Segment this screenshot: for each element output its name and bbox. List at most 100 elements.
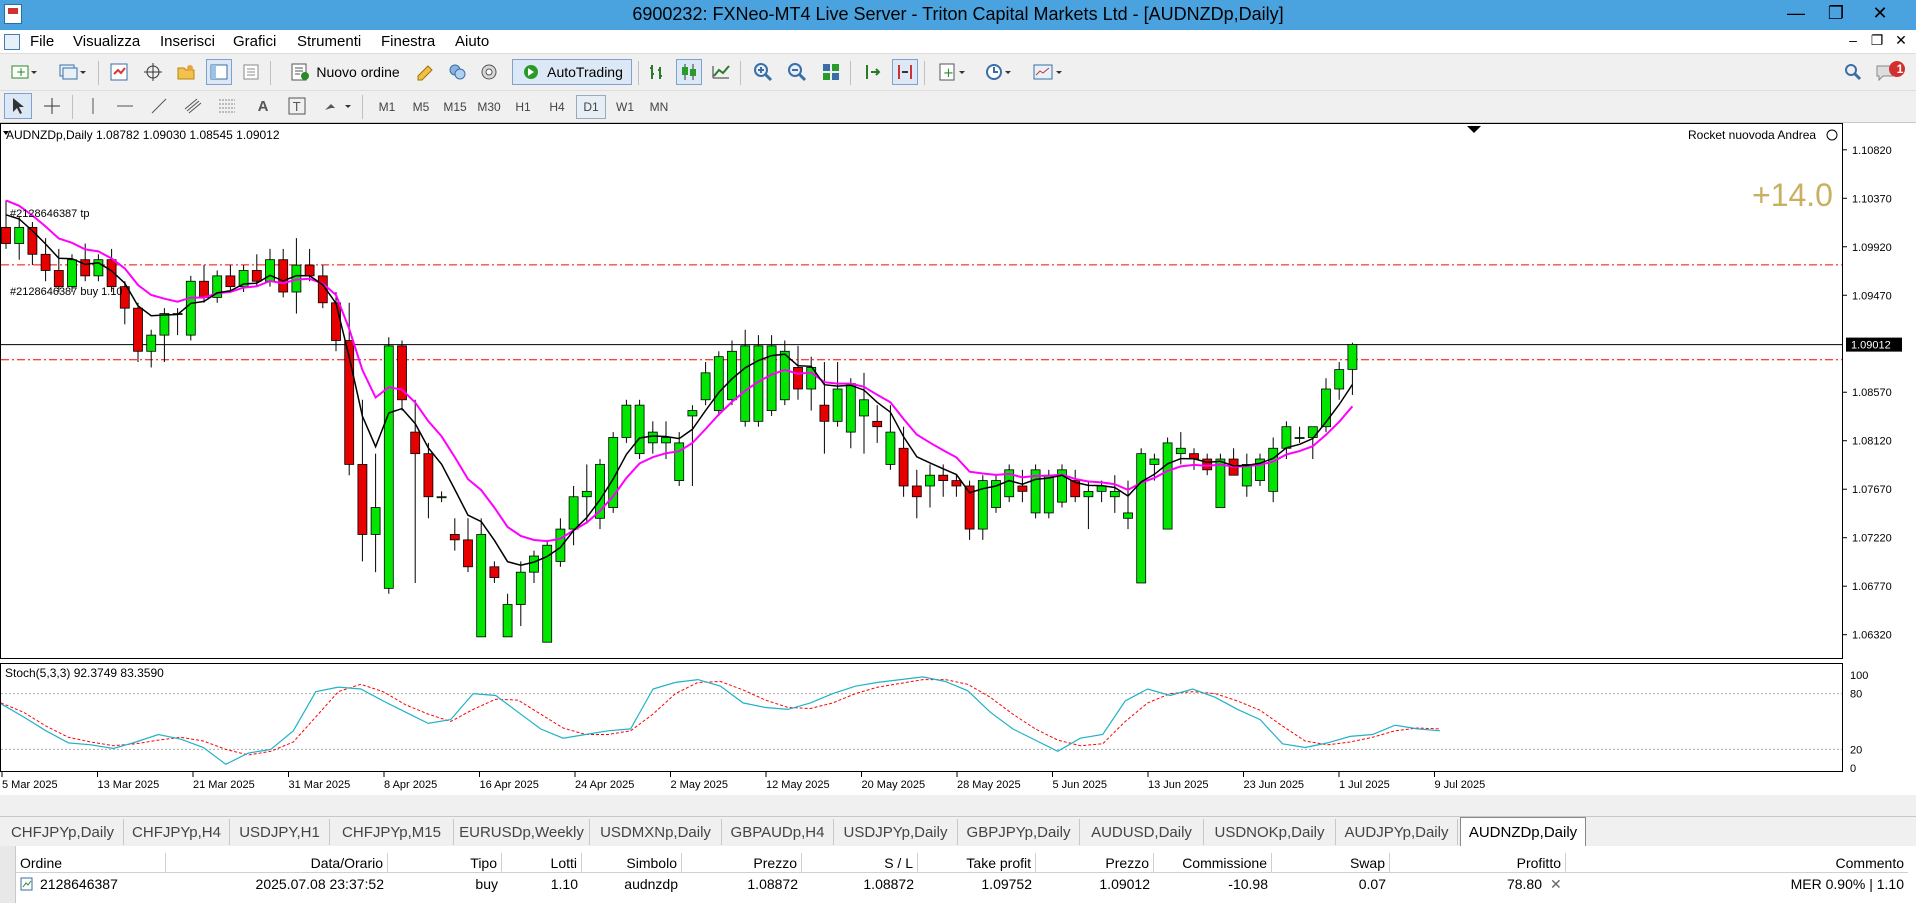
text-tool-button[interactable]: A [250,93,276,119]
zoom-out-button[interactable] [784,59,810,85]
equidistant-channel-button[interactable] [180,93,206,119]
metaeditor-button[interactable] [412,59,438,85]
minimize-button[interactable]: — [1780,0,1812,28]
timeframe-m5[interactable]: M5 [406,95,436,119]
trendline-tool-button[interactable] [146,93,172,119]
bull-candle [1162,442,1173,530]
tile-windows-button[interactable] [818,59,844,85]
column-prezzo-current[interactable]: Prezzo [1036,853,1154,873]
bar-chart-button[interactable] [644,59,670,85]
tab-audnzdp-daily[interactable]: AUDNZDp,Daily [1460,817,1586,847]
table-row[interactable]: 2128646387 2025.07.08 23:37:52 buy 1.10 … [16,874,1908,896]
bear-candle [225,275,236,288]
tab-eurusdp-weekly[interactable]: EURUSDp,Weekly [454,819,590,845]
new-chart-icon: + [11,65,37,79]
chart-window-icon[interactable] [4,34,20,50]
column-data-orario[interactable]: Data/Orario [166,853,388,873]
crosshair-tool-button[interactable] [38,93,66,119]
column-tipo[interactable]: Tipo [388,853,502,873]
restore-button[interactable]: ❐ [1820,0,1852,28]
column-sl[interactable]: S / L [802,853,918,873]
mdi-minimize-button[interactable]: – [1842,32,1864,48]
new-order-label: Nuovo ordine [316,64,400,80]
candlestick-chart-button[interactable] [676,59,702,85]
menu-finestra[interactable]: Finestra [381,33,435,50]
timeframe-m1[interactable]: M1 [372,95,402,119]
autotrading-button[interactable]: AutoTrading [512,59,632,85]
bull-candle [1109,490,1120,498]
mdi-close-button[interactable]: ✕ [1890,32,1912,49]
timeframe-mn[interactable]: MN [644,95,674,119]
timeframe-m30[interactable]: M30 [474,95,504,119]
close-order-icon[interactable]: ✕ [1546,874,1566,894]
price-chart[interactable]: 1.10820 1.10370 1.09920 1.09470 1.08570 1.081… [0,123,1916,795]
tab-usdmxnp-daily[interactable]: USDMXNp,Daily [590,819,722,845]
tab-usdnokp-daily[interactable]: USDNOKp,Daily [1204,819,1336,845]
close-button[interactable]: ✕ [1864,0,1896,28]
menu-aiuto[interactable]: Aiuto [455,33,489,50]
zoom-in-button[interactable] [750,59,776,85]
column-take-profit[interactable]: Take profit [918,853,1036,873]
menu-grafici[interactable]: Grafici [233,33,276,50]
terminal-button[interactable] [206,59,232,85]
column-commissione[interactable]: Commissione [1154,853,1272,873]
tab-chfjpyp-m15[interactable]: CHFJPYp,M15 [330,819,454,845]
tab-usdjpyp-daily[interactable]: USDJPYp,Daily [834,819,958,845]
data-window-button[interactable] [140,59,166,85]
tab-audjpyp-daily[interactable]: AUDJPYp,Daily [1336,819,1458,845]
market-watch-button[interactable] [106,59,132,85]
time-tick-label: 24 Apr 2025 [575,779,634,791]
search-button[interactable] [1840,59,1866,85]
tab-audusd-daily[interactable]: AUDUSD,Daily [1080,819,1204,845]
tab-usdjpy-h1[interactable]: USDJPY,H1 [230,819,330,845]
timeframe-h1[interactable]: H1 [508,95,538,119]
menu-strumenti[interactable]: Strumenti [297,33,361,50]
text-label-tool-button[interactable]: T [284,93,310,119]
column-profitto[interactable]: Profitto [1390,853,1566,873]
tab-chfjpyp-h4[interactable]: CHFJPYp,H4 [124,819,230,845]
menu-inserisci[interactable]: Inserisci [160,33,215,50]
new-chart-button[interactable]: + [4,59,44,85]
bear-candle [1,226,11,244]
market-button[interactable] [476,59,502,85]
signals-button[interactable] [444,59,470,85]
tab-gbpjpyp-daily[interactable]: GBPJPYp,Daily [958,819,1080,845]
arrows-tool-button[interactable] [318,93,358,119]
column-lotti[interactable]: Lotti [502,853,582,873]
vertical-line-tool-button[interactable] [80,93,106,119]
radar-icon [481,64,497,80]
timeframe-d1[interactable]: D1 [576,95,606,119]
indicators-button[interactable]: + [934,59,972,85]
menu-file[interactable]: File [30,33,54,50]
periods-button[interactable] [980,59,1018,85]
mdi-restore-button[interactable]: ❐ [1866,32,1888,49]
line-chart-button[interactable] [708,59,734,85]
new-order-button[interactable]: Nuovo ordine [284,59,406,85]
menu-visualizza[interactable]: Visualizza [73,33,140,50]
candlestick-icon [682,64,696,80]
column-simbolo[interactable]: Simbolo [582,853,682,873]
strategy-tester-button[interactable] [238,59,264,85]
column-prezzo-open[interactable]: Prezzo [682,853,802,873]
column-swap[interactable]: Swap [1272,853,1390,873]
templates-button[interactable] [1028,59,1068,85]
terminal-window-icon [210,64,228,80]
horizontal-line-tool-button[interactable] [112,93,138,119]
column-commento[interactable]: Commento [1566,853,1908,873]
tab-gbpaudp-h4[interactable]: GBPAUDp,H4 [722,819,834,845]
tab-chfjpyp-daily[interactable]: CHFJPYp,Daily [2,819,124,845]
notifications-button[interactable]: 1 [1874,59,1908,85]
timeframe-h4[interactable]: H4 [542,95,572,119]
column-ordine[interactable]: Ordine [16,853,166,873]
cursor-tool-button[interactable] [4,93,32,119]
profiles-button[interactable] [52,59,92,85]
fibonacci-tool-button[interactable] [214,93,240,119]
bear-candle [793,367,803,390]
chart-shift-button[interactable] [892,59,918,85]
timeframe-w1[interactable]: W1 [610,95,640,119]
terminal-side-strip[interactable] [0,846,16,903]
chart-window[interactable]: 1.10820 1.10370 1.09920 1.09470 1.08570 1.081… [0,123,1916,795]
timeframe-m15[interactable]: M15 [440,95,470,119]
auto-scroll-button[interactable] [860,59,886,85]
navigator-button[interactable] [173,59,199,85]
